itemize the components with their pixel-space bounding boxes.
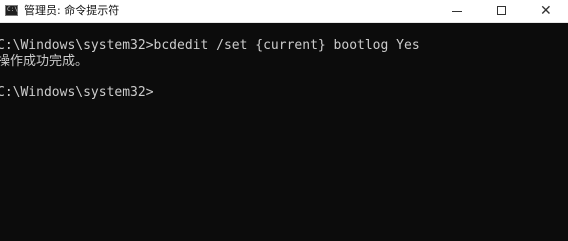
title-bar[interactable]: C:\ 管理员: 命令提示符 ✕ xyxy=(0,0,568,23)
close-button[interactable]: ✕ xyxy=(524,0,568,22)
maximize-button[interactable] xyxy=(480,0,524,22)
minimize-button[interactable] xyxy=(435,0,479,22)
console-line-result: 操作成功完成。 xyxy=(0,54,89,69)
console-window: C:\ 管理员: 命令提示符 ✕ C:\Windows\system32>bcd… xyxy=(0,0,568,241)
console-output[interactable]: C:\Windows\system32>bcdedit /set {curren… xyxy=(0,23,568,241)
console-line-command: C:\Windows\system32>bcdedit /set {curren… xyxy=(0,38,420,53)
window-title: 管理员: 命令提示符 xyxy=(24,4,120,17)
close-icon: ✕ xyxy=(540,3,552,19)
minimize-icon xyxy=(452,11,462,12)
console-line-prompt: C:\Windows\system32> xyxy=(0,85,154,100)
maximize-icon xyxy=(497,6,506,15)
cmd-icon: C:\ xyxy=(5,5,18,16)
